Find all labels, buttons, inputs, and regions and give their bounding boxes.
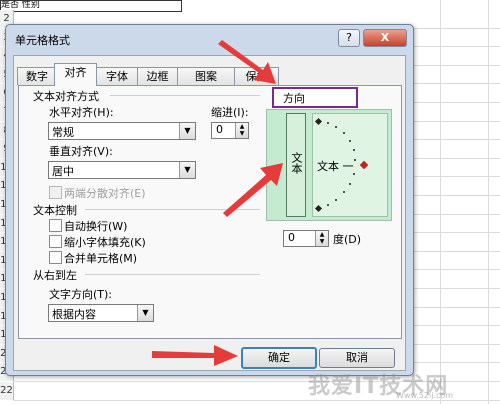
- watermark-url: Www.52ij.com: [396, 391, 454, 400]
- arrow-to-tab-icon: [218, 40, 276, 84]
- tab-alignment[interactable]: 对齐: [54, 63, 97, 86]
- annotation-arrows: [152, 40, 283, 366]
- arrow-to-ok-icon: [152, 345, 238, 366]
- arrow-to-orientation-icon: [223, 163, 283, 217]
